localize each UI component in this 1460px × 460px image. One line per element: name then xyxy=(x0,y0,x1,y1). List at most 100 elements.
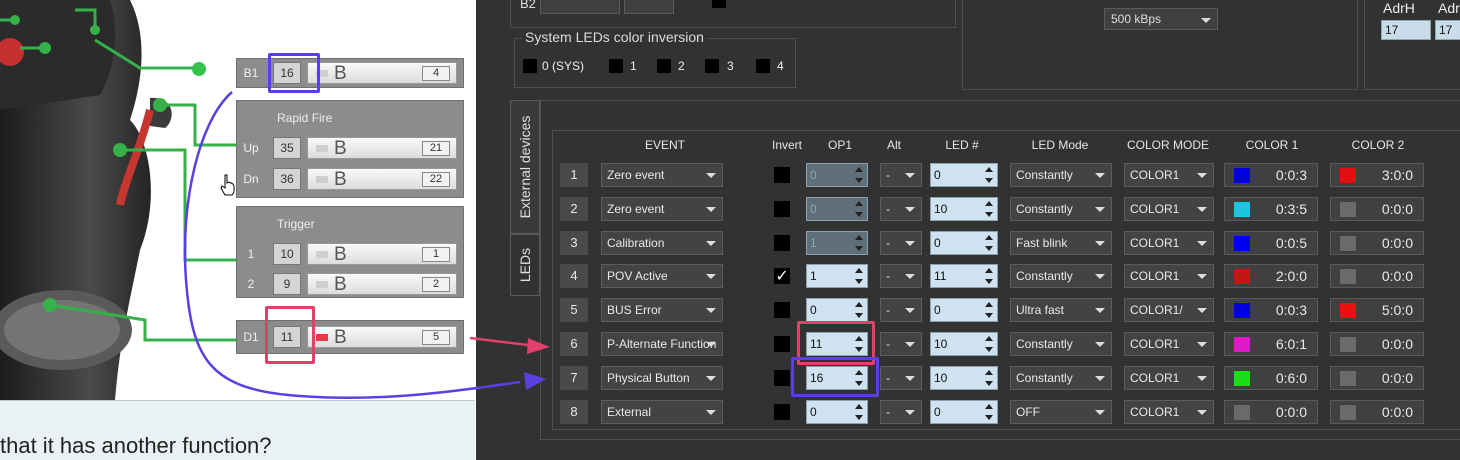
color1-button[interactable]: 0:0:3 xyxy=(1224,163,1318,187)
chevron-down-icon xyxy=(1095,274,1105,280)
op1-spinbox[interactable]: 0 xyxy=(806,163,868,187)
alt-dropdown[interactable]: - xyxy=(880,196,922,221)
led-mode-dropdown[interactable]: OFF xyxy=(1010,399,1112,424)
invert-checkbox[interactable] xyxy=(774,167,790,183)
color-mode-dropdown[interactable]: COLOR1 xyxy=(1124,264,1214,289)
color1-button[interactable]: 0:3:5 xyxy=(1224,196,1318,221)
color1-button[interactable]: 6:0:1 xyxy=(1224,332,1318,356)
chevron-down-icon xyxy=(905,409,915,415)
event-value: Calibration xyxy=(607,235,665,250)
color2-button[interactable]: 0:0:0 xyxy=(1330,365,1424,390)
alt-dropdown[interactable]: - xyxy=(880,298,922,323)
adrl-input[interactable]: 17 xyxy=(1435,20,1460,40)
op1-spinbox[interactable]: 0 xyxy=(806,399,868,424)
b2-checkbox[interactable] xyxy=(712,0,726,8)
adrh-input[interactable]: 17 xyxy=(1381,20,1431,40)
led-number-spinbox[interactable]: 10 xyxy=(930,332,998,356)
sys-led-checkbox-1[interactable] xyxy=(609,59,623,73)
alt-dropdown[interactable]: - xyxy=(880,332,922,356)
led-number-spinbox[interactable]: 10 xyxy=(930,365,998,390)
led-mode-dropdown[interactable]: Constantly xyxy=(1010,332,1112,356)
invert-checkbox[interactable]: ✓ xyxy=(774,268,790,285)
color2-button[interactable]: 0:0:0 xyxy=(1330,230,1424,255)
bus-speed-dropdown[interactable]: 500 kBps xyxy=(1104,8,1218,30)
led-number-spinbox[interactable]: 0 xyxy=(930,230,998,255)
led-mode-dropdown[interactable]: Constantly xyxy=(1010,196,1112,221)
color2-button[interactable]: 5:0:0 xyxy=(1330,298,1424,323)
color-mode-dropdown[interactable]: COLOR1/ xyxy=(1124,298,1214,323)
event-dropdown[interactable]: Zero event xyxy=(601,163,723,187)
led-mode-dropdown[interactable]: Constantly xyxy=(1010,365,1112,390)
event-dropdown[interactable]: POV Active xyxy=(601,264,723,289)
invert-checkbox[interactable] xyxy=(774,200,790,217)
tab-leds[interactable]: LEDs xyxy=(510,234,540,296)
op1-spinbox[interactable]: 1 xyxy=(806,230,868,255)
color-mode-value: COLOR1 xyxy=(1130,337,1180,351)
b2-input[interactable] xyxy=(540,0,620,14)
button-bar: B 22 xyxy=(307,168,457,190)
invert-checkbox[interactable] xyxy=(774,234,790,251)
led-mode-dropdown[interactable]: Constantly xyxy=(1010,163,1112,187)
led-number-spinbox[interactable]: 10 xyxy=(930,196,998,221)
chevron-down-icon xyxy=(706,308,716,314)
alt-dropdown[interactable]: - xyxy=(880,399,922,424)
op1-spinbox[interactable]: 0 xyxy=(806,196,868,221)
op1-spinbox[interactable]: 1 xyxy=(806,264,868,289)
led-number-spinbox[interactable]: 11 xyxy=(930,264,998,289)
b2-dropdown[interactable] xyxy=(624,0,674,14)
led-mode-dropdown[interactable]: Fast blink xyxy=(1010,230,1112,255)
color1-button[interactable]: 0:0:0 xyxy=(1224,399,1318,424)
color1-button[interactable]: 0:0:5 xyxy=(1224,230,1318,255)
button-number: 36 xyxy=(273,168,301,190)
alt-dropdown[interactable]: - xyxy=(880,230,922,255)
event-dropdown[interactable]: Physical Button xyxy=(601,365,723,390)
event-dropdown[interactable]: Calibration xyxy=(601,230,723,255)
op1-spinbox[interactable]: 0 xyxy=(806,298,868,323)
color-mode-dropdown[interactable]: COLOR1 xyxy=(1124,399,1214,424)
color-mode-dropdown[interactable]: COLOR1 xyxy=(1124,196,1214,221)
color1-swatch xyxy=(1234,337,1250,352)
invert-checkbox[interactable] xyxy=(774,336,790,352)
color-mode-dropdown[interactable]: COLOR1 xyxy=(1124,163,1214,187)
color2-button[interactable]: 0:0:0 xyxy=(1330,399,1424,424)
invert-checkbox[interactable] xyxy=(774,302,790,319)
chevron-down-icon xyxy=(905,274,915,280)
led-mode-value: Constantly xyxy=(1016,168,1073,182)
sys-led-checkbox-2[interactable] xyxy=(657,59,671,73)
color1-button[interactable]: 2:0:0 xyxy=(1224,264,1318,289)
event-dropdown[interactable]: BUS Error xyxy=(601,298,723,323)
color2-button[interactable]: 0:0:0 xyxy=(1330,196,1424,221)
event-dropdown[interactable]: P-Alternate Function xyxy=(601,332,723,356)
color1-button[interactable]: 0:6:0 xyxy=(1224,365,1318,390)
led-mode-dropdown[interactable]: Constantly xyxy=(1010,264,1112,289)
color2-button[interactable]: 0:0:0 xyxy=(1330,264,1424,289)
alt-dropdown[interactable]: - xyxy=(880,163,922,187)
invert-checkbox[interactable] xyxy=(774,369,790,386)
led-number-spinbox[interactable]: 0 xyxy=(930,163,998,187)
event-dropdown[interactable]: External xyxy=(601,399,723,424)
invert-checkbox[interactable] xyxy=(774,403,790,420)
sys-led-checkbox-0[interactable] xyxy=(523,59,537,73)
color1-button[interactable]: 0:0:3 xyxy=(1224,298,1318,323)
color1-value: 0:0:5 xyxy=(1275,234,1307,251)
led-indicator xyxy=(316,251,328,258)
led-mode-dropdown[interactable]: Ultra fast xyxy=(1010,298,1112,323)
event-dropdown[interactable]: Zero event xyxy=(601,196,723,221)
alt-dropdown[interactable]: - xyxy=(880,365,922,390)
sys-led-checkbox-3[interactable] xyxy=(705,59,719,73)
color2-button[interactable]: 0:0:0 xyxy=(1330,332,1424,356)
sys-led-checkbox-4[interactable] xyxy=(756,59,770,73)
color-mode-dropdown[interactable]: COLOR1 xyxy=(1124,230,1214,255)
color-mode-dropdown[interactable]: COLOR1 xyxy=(1124,365,1214,390)
color-mode-dropdown[interactable]: COLOR1 xyxy=(1124,332,1214,356)
color1-value: 0:0:0 xyxy=(1275,403,1307,420)
alt-dropdown[interactable]: - xyxy=(880,264,922,289)
tab-external-devices[interactable]: External devices xyxy=(510,100,540,234)
table-row: 3 Calibration 1 - 0 Fast blink COLOR1 0:0:5 0:0:… xyxy=(560,230,1460,265)
led-number-spinbox[interactable]: 0 xyxy=(930,399,998,424)
row-number: 6 xyxy=(560,332,588,356)
spin-arrows-icon xyxy=(855,234,863,251)
color2-button[interactable]: 3:0:0 xyxy=(1330,163,1424,187)
led-number-spinbox[interactable]: 0 xyxy=(930,298,998,323)
led-number-value: 0 xyxy=(934,404,941,419)
